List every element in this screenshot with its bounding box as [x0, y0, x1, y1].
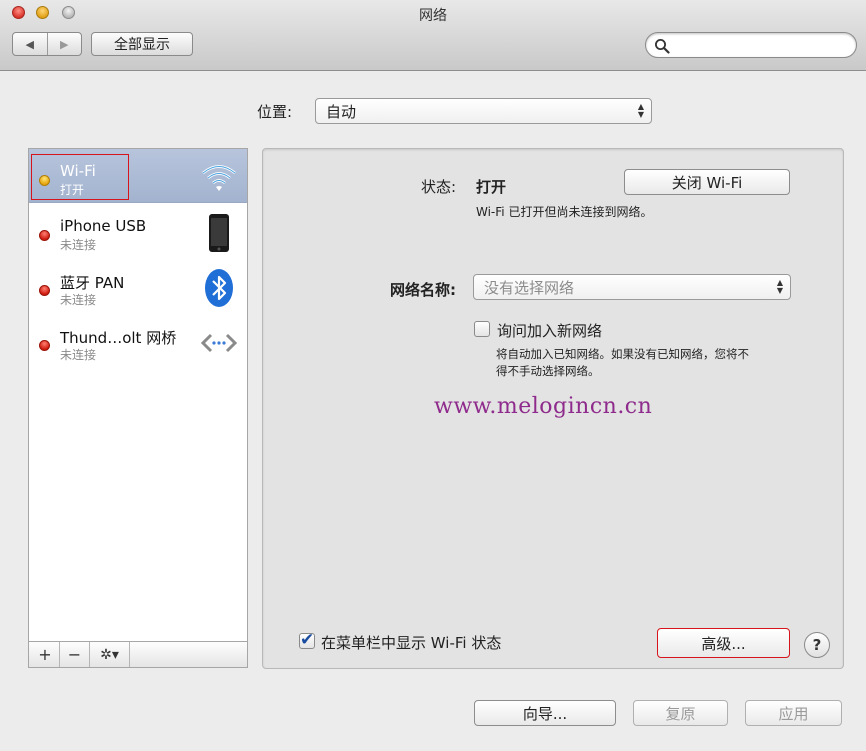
apply-button[interactable]: 应用 [745, 700, 842, 726]
service-status: 未连接 [60, 348, 97, 362]
show-in-menubar-checkbox[interactable] [299, 630, 315, 650]
service-status: 未连接 [60, 238, 97, 252]
location-popup[interactable]: 自动 ▲ ▼ [315, 98, 652, 124]
status-label: 状态: [420, 178, 456, 196]
thunderbolt-bridge-icon [200, 333, 238, 353]
ask-join-description-line: 得不手动选择网络。 [496, 364, 600, 378]
service-name: 蓝牙 PAN [60, 274, 125, 292]
status-indicator-red [39, 230, 50, 241]
turn-off-wifi-button[interactable]: 关闭 Wi-Fi [624, 169, 790, 195]
status-value: 打开 [476, 178, 507, 196]
network-name-popup[interactable]: 没有选择网络 ▲ ▼ [473, 274, 791, 300]
network-name-value: 没有选择网络 [484, 278, 575, 297]
action-menu-button[interactable]: ✲▾ [90, 642, 130, 667]
service-item-bluetooth-pan[interactable]: 蓝牙 PAN 未连接 [29, 259, 247, 313]
window-toolbar: 网络 ◀ ▶ 全部显示 [0, 0, 866, 71]
remove-service-button[interactable]: − [60, 642, 90, 667]
service-list-toolbar: + − ✲▾ [28, 641, 248, 668]
show-in-menubar-label: 在菜单栏中显示 Wi-Fi 状态 [321, 634, 502, 652]
advanced-button[interactable]: 高级... [657, 628, 790, 658]
service-name: Thund…olt 网桥 [60, 329, 177, 347]
search-input[interactable] [645, 32, 857, 58]
watermark-text: www.melogincn.cn [434, 394, 653, 419]
help-button[interactable]: ? [804, 632, 830, 658]
service-list: Wi-Fi 打开 iPhone USB 未连接 蓝牙 PAN 未连接 Thund… [28, 148, 248, 668]
service-item-iphone-usb[interactable]: iPhone USB 未连接 [29, 204, 247, 258]
ask-join-description-line: 将自动加入已知网络。如果没有已知网络，您将不 [496, 347, 749, 361]
highlight-box [31, 154, 129, 200]
ask-join-description: 将自动加入已知网络。如果没有已知网络，您将不 得不手动选择网络。 [496, 346, 749, 380]
service-item-thunderbolt-bridge[interactable]: Thund…olt 网桥 未连接 [29, 314, 247, 368]
assist-me-button[interactable]: 向导... [474, 700, 616, 726]
iphone-icon [209, 214, 229, 252]
window-title: 网络 [419, 8, 447, 24]
back-icon[interactable]: ◀ [13, 33, 47, 55]
service-name: iPhone USB [60, 217, 147, 235]
forward-icon[interactable]: ▶ [46, 33, 82, 55]
back-forward-control: ◀ ▶ [12, 32, 82, 56]
revert-button[interactable]: 复原 [633, 700, 728, 726]
location-value: 自动 [326, 102, 357, 121]
status-description: Wi-Fi 已打开但尚未连接到网络。 [476, 205, 653, 219]
bluetooth-icon [205, 269, 233, 307]
add-service-button[interactable]: + [31, 642, 60, 667]
popup-arrows-icon: ▲ ▼ [637, 102, 644, 119]
ask-join-label: 询问加入新网络 [497, 322, 603, 340]
network-name-label: 网络名称: [390, 281, 456, 299]
service-status: 未连接 [60, 293, 97, 307]
status-indicator-red [39, 285, 50, 296]
show-all-button[interactable]: 全部显示 [91, 32, 193, 56]
ask-join-checkbox[interactable] [474, 321, 490, 337]
search-icon [655, 39, 670, 54]
popup-arrows-icon: ▲ ▼ [776, 278, 783, 295]
status-indicator-red [39, 340, 50, 351]
wifi-icon [202, 165, 236, 191]
location-label: 位置: [257, 103, 293, 121]
